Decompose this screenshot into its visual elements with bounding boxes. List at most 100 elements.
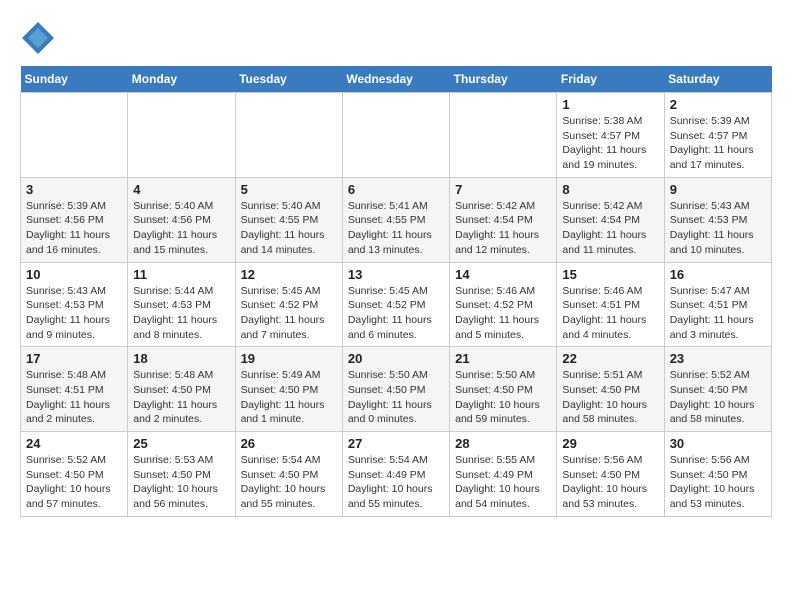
day-info: Sunrise: 5:54 AM Sunset: 4:50 PM Dayligh… bbox=[241, 453, 337, 512]
calendar-cell: 1Sunrise: 5:38 AM Sunset: 4:57 PM Daylig… bbox=[557, 93, 664, 178]
day-number: 7 bbox=[455, 182, 551, 197]
day-info: Sunrise: 5:41 AM Sunset: 4:55 PM Dayligh… bbox=[348, 199, 444, 258]
day-number: 22 bbox=[562, 351, 658, 366]
day-header-thursday: Thursday bbox=[450, 66, 557, 93]
day-number: 23 bbox=[670, 351, 766, 366]
calendar-cell: 29Sunrise: 5:56 AM Sunset: 4:50 PM Dayli… bbox=[557, 432, 664, 517]
calendar-body: 1Sunrise: 5:38 AM Sunset: 4:57 PM Daylig… bbox=[21, 93, 772, 517]
day-info: Sunrise: 5:51 AM Sunset: 4:50 PM Dayligh… bbox=[562, 368, 658, 427]
header-row: SundayMondayTuesdayWednesdayThursdayFrid… bbox=[21, 66, 772, 93]
day-number: 21 bbox=[455, 351, 551, 366]
day-info: Sunrise: 5:47 AM Sunset: 4:51 PM Dayligh… bbox=[670, 284, 766, 343]
logo bbox=[20, 20, 60, 56]
day-number: 6 bbox=[348, 182, 444, 197]
day-info: Sunrise: 5:45 AM Sunset: 4:52 PM Dayligh… bbox=[241, 284, 337, 343]
day-info: Sunrise: 5:42 AM Sunset: 4:54 PM Dayligh… bbox=[455, 199, 551, 258]
calendar-cell: 22 Sunrise: 5:51 AM Sunset: 4:50 PM Dayli… bbox=[557, 347, 664, 432]
day-header-sunday: Sunday bbox=[21, 66, 128, 93]
calendar-cell bbox=[450, 93, 557, 178]
week-row-2: 3 Sunrise: 5:39 AM Sunset: 4:56 PM Daylig… bbox=[21, 177, 772, 262]
day-info: Sunrise: 5:48 AM Sunset: 4:51 PM Dayligh… bbox=[26, 368, 122, 427]
day-info: Sunrise: 5:50 AM Sunset: 4:50 PM Dayligh… bbox=[455, 368, 551, 427]
day-header-wednesday: Wednesday bbox=[342, 66, 449, 93]
day-info: Sunrise: 5:43 AM Sunset: 4:53 PM Dayligh… bbox=[26, 284, 122, 343]
calendar-cell: 15 Sunrise: 5:46 AM Sunset: 4:51 PM Dayli… bbox=[557, 262, 664, 347]
day-number: 17 bbox=[26, 351, 122, 366]
day-number: 19 bbox=[241, 351, 337, 366]
calendar-cell bbox=[235, 93, 342, 178]
day-info: Sunrise: 5:52 AM Sunset: 4:50 PM Dayligh… bbox=[26, 453, 122, 512]
calendar-cell: 8 Sunrise: 5:42 AM Sunset: 4:54 PM Daylig… bbox=[557, 177, 664, 262]
calendar-cell: 24 Sunrise: 5:52 AM Sunset: 4:50 PM Dayli… bbox=[21, 432, 128, 517]
calendar-cell: 19 Sunrise: 5:49 AM Sunset: 4:50 PM Dayli… bbox=[235, 347, 342, 432]
day-info: Sunrise: 5:44 AM Sunset: 4:53 PM Dayligh… bbox=[133, 284, 229, 343]
day-info: Sunrise: 5:48 AM Sunset: 4:50 PM Dayligh… bbox=[133, 368, 229, 427]
calendar-cell bbox=[128, 93, 235, 178]
week-row-1: 1Sunrise: 5:38 AM Sunset: 4:57 PM Daylig… bbox=[21, 93, 772, 178]
day-number: 27 bbox=[348, 436, 444, 451]
day-number: 15 bbox=[562, 267, 658, 282]
day-info: Sunrise: 5:50 AM Sunset: 4:50 PM Dayligh… bbox=[348, 368, 444, 427]
week-row-4: 17 Sunrise: 5:48 AM Sunset: 4:51 PM Dayli… bbox=[21, 347, 772, 432]
day-number: 25 bbox=[133, 436, 229, 451]
calendar-cell: 7 Sunrise: 5:42 AM Sunset: 4:54 PM Daylig… bbox=[450, 177, 557, 262]
calendar-cell: 18 Sunrise: 5:48 AM Sunset: 4:50 PM Dayli… bbox=[128, 347, 235, 432]
day-number: 8 bbox=[562, 182, 658, 197]
day-number: 14 bbox=[455, 267, 551, 282]
calendar-cell: 6 Sunrise: 5:41 AM Sunset: 4:55 PM Daylig… bbox=[342, 177, 449, 262]
calendar-header: SundayMondayTuesdayWednesdayThursdayFrid… bbox=[21, 66, 772, 93]
day-number: 3 bbox=[26, 182, 122, 197]
day-number: 30 bbox=[670, 436, 766, 451]
day-number: 13 bbox=[348, 267, 444, 282]
calendar-cell bbox=[342, 93, 449, 178]
calendar-cell: 12 Sunrise: 5:45 AM Sunset: 4:52 PM Dayli… bbox=[235, 262, 342, 347]
day-header-monday: Monday bbox=[128, 66, 235, 93]
day-number: 10 bbox=[26, 267, 122, 282]
day-info: Sunrise: 5:54 AM Sunset: 4:49 PM Dayligh… bbox=[348, 453, 444, 512]
calendar-cell: 16 Sunrise: 5:47 AM Sunset: 4:51 PM Dayli… bbox=[664, 262, 771, 347]
day-number: 2 bbox=[670, 97, 766, 112]
calendar-cell: 17 Sunrise: 5:48 AM Sunset: 4:51 PM Dayli… bbox=[21, 347, 128, 432]
calendar-cell: 30 Sunrise: 5:56 AM Sunset: 4:50 PM Dayli… bbox=[664, 432, 771, 517]
day-number: 1 bbox=[562, 97, 658, 112]
day-number: 16 bbox=[670, 267, 766, 282]
day-number: 12 bbox=[241, 267, 337, 282]
day-number: 24 bbox=[26, 436, 122, 451]
day-info: Sunrise: 5:39 AM Sunset: 4:57 PM Dayligh… bbox=[670, 114, 766, 173]
day-number: 9 bbox=[670, 182, 766, 197]
calendar-cell: 26Sunrise: 5:54 AM Sunset: 4:50 PM Dayli… bbox=[235, 432, 342, 517]
calendar-cell: 4 Sunrise: 5:40 AM Sunset: 4:56 PM Daylig… bbox=[128, 177, 235, 262]
calendar-cell: 23Sunrise: 5:52 AM Sunset: 4:50 PM Dayli… bbox=[664, 347, 771, 432]
day-number: 4 bbox=[133, 182, 229, 197]
page-header bbox=[20, 20, 772, 56]
calendar-cell: 9 Sunrise: 5:43 AM Sunset: 4:53 PM Daylig… bbox=[664, 177, 771, 262]
day-info: Sunrise: 5:49 AM Sunset: 4:50 PM Dayligh… bbox=[241, 368, 337, 427]
calendar-cell: 13Sunrise: 5:45 AM Sunset: 4:52 PM Dayli… bbox=[342, 262, 449, 347]
calendar-cell: 28 Sunrise: 5:55 AM Sunset: 4:49 PM Dayli… bbox=[450, 432, 557, 517]
day-info: Sunrise: 5:43 AM Sunset: 4:53 PM Dayligh… bbox=[670, 199, 766, 258]
day-info: Sunrise: 5:40 AM Sunset: 4:55 PM Dayligh… bbox=[241, 199, 337, 258]
calendar-cell: 2 Sunrise: 5:39 AM Sunset: 4:57 PM Daylig… bbox=[664, 93, 771, 178]
day-info: Sunrise: 5:46 AM Sunset: 4:52 PM Dayligh… bbox=[455, 284, 551, 343]
day-header-friday: Friday bbox=[557, 66, 664, 93]
day-info: Sunrise: 5:46 AM Sunset: 4:51 PM Dayligh… bbox=[562, 284, 658, 343]
day-info: Sunrise: 5:40 AM Sunset: 4:56 PM Dayligh… bbox=[133, 199, 229, 258]
week-row-5: 24 Sunrise: 5:52 AM Sunset: 4:50 PM Dayli… bbox=[21, 432, 772, 517]
calendar-cell bbox=[21, 93, 128, 178]
day-info: Sunrise: 5:53 AM Sunset: 4:50 PM Dayligh… bbox=[133, 453, 229, 512]
day-number: 20 bbox=[348, 351, 444, 366]
calendar-cell: 10 Sunrise: 5:43 AM Sunset: 4:53 PM Dayli… bbox=[21, 262, 128, 347]
day-info: Sunrise: 5:42 AM Sunset: 4:54 PM Dayligh… bbox=[562, 199, 658, 258]
week-row-3: 10 Sunrise: 5:43 AM Sunset: 4:53 PM Dayli… bbox=[21, 262, 772, 347]
day-info: Sunrise: 5:39 AM Sunset: 4:56 PM Dayligh… bbox=[26, 199, 122, 258]
day-header-saturday: Saturday bbox=[664, 66, 771, 93]
day-info: Sunrise: 5:56 AM Sunset: 4:50 PM Dayligh… bbox=[670, 453, 766, 512]
calendar-cell: 21 Sunrise: 5:50 AM Sunset: 4:50 PM Dayli… bbox=[450, 347, 557, 432]
day-number: 18 bbox=[133, 351, 229, 366]
day-number: 28 bbox=[455, 436, 551, 451]
calendar-table: SundayMondayTuesdayWednesdayThursdayFrid… bbox=[20, 66, 772, 517]
day-number: 11 bbox=[133, 267, 229, 282]
day-info: Sunrise: 5:55 AM Sunset: 4:49 PM Dayligh… bbox=[455, 453, 551, 512]
calendar-cell: 14 Sunrise: 5:46 AM Sunset: 4:52 PM Dayli… bbox=[450, 262, 557, 347]
calendar-cell: 11 Sunrise: 5:44 AM Sunset: 4:53 PM Dayli… bbox=[128, 262, 235, 347]
